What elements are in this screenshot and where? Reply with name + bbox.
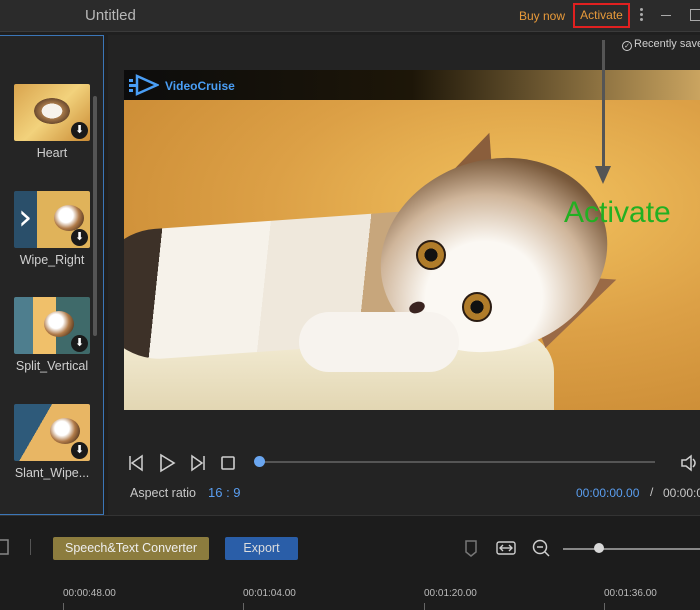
export-button[interactable]: Export xyxy=(225,537,298,560)
annotation-arrow xyxy=(602,40,605,168)
fit-timeline-icon[interactable] xyxy=(496,538,516,558)
play-icon[interactable] xyxy=(157,453,177,473)
videocruise-logo-icon xyxy=(129,74,159,96)
transitions-panel: ⬇ Heart ⬇ Wipe_Right ⬇ Split_Vertical ⬇ … xyxy=(0,35,104,515)
ruler-tick-label: 00:01:36.00 xyxy=(604,588,657,599)
transition-label: Slant_Wipe... xyxy=(14,466,90,480)
transition-label: Split_Vertical xyxy=(15,359,89,373)
ruler-tick-label: 00:00:48.00 xyxy=(63,588,116,599)
ruler-tick-label: 00:01:20.00 xyxy=(424,588,477,599)
ruler-tick-label: 00:01:04.00 xyxy=(243,588,296,599)
transition-thumbnail: ⬇ xyxy=(14,297,90,354)
aspect-ratio-value[interactable]: 16 : 9 xyxy=(208,485,241,500)
activate-button[interactable]: Activate xyxy=(573,3,630,28)
current-time: 00:00:00.00 xyxy=(576,486,640,500)
video-preview[interactable]: VideoCruise xyxy=(124,70,700,410)
transition-thumbnail: ⬇ xyxy=(14,191,90,248)
total-time: 00:00:0 xyxy=(663,486,700,500)
cat-paw xyxy=(299,312,459,372)
maximize-icon[interactable] xyxy=(690,9,700,21)
zoom-slider[interactable] xyxy=(563,548,700,550)
check-icon: ✓ xyxy=(622,41,632,51)
transition-label: Heart xyxy=(36,146,68,160)
minimize-icon[interactable] xyxy=(661,15,671,16)
annotation-text: Activate xyxy=(564,196,671,229)
marker-icon[interactable] xyxy=(461,538,481,558)
zoom-out-icon[interactable] xyxy=(531,538,551,558)
cat-eye xyxy=(462,292,492,322)
ruler-tick xyxy=(243,603,244,610)
seek-handle[interactable] xyxy=(254,456,265,467)
transition-tile-split-vertical[interactable]: ⬇ Split_Vertical xyxy=(0,297,103,397)
volume-icon[interactable] xyxy=(679,453,699,473)
download-icon[interactable]: ⬇ xyxy=(71,229,88,246)
speech-text-converter-button[interactable]: Speech&Text Converter xyxy=(53,537,209,560)
download-icon[interactable]: ⬇ xyxy=(71,335,88,352)
toolbar-divider xyxy=(30,539,31,555)
next-frame-icon[interactable] xyxy=(187,453,207,473)
transition-thumbnail: ⬇ xyxy=(14,404,90,461)
transition-label: Wipe_Right xyxy=(19,253,85,267)
seek-bar[interactable] xyxy=(260,461,655,463)
download-icon[interactable]: ⬇ xyxy=(71,442,88,459)
window-title: Untitled xyxy=(85,7,136,24)
ruler-tick xyxy=(424,603,425,610)
transition-tile-slant-wipe[interactable]: ⬇ Slant_Wipe... xyxy=(0,404,103,504)
split-icon[interactable] xyxy=(0,537,14,557)
previous-frame-icon[interactable] xyxy=(127,453,147,473)
save-status: ✓ Recently save xyxy=(622,38,700,51)
transition-tile-wipe-right[interactable]: ⬇ Wipe_Right xyxy=(0,191,103,291)
aspect-ratio-label: Aspect ratio xyxy=(130,486,197,500)
cat-eye xyxy=(416,240,446,270)
ruler-tick xyxy=(63,603,64,610)
annotation-arrowhead xyxy=(595,166,611,184)
title-bar: Untitled Buy now Activate xyxy=(0,0,700,32)
watermark-text: VideoCruise xyxy=(165,79,235,93)
transition-thumbnail: ⬇ xyxy=(14,84,90,141)
download-icon[interactable]: ⬇ xyxy=(71,122,88,139)
time-separator: / xyxy=(650,485,654,499)
more-options-icon[interactable] xyxy=(638,7,644,25)
stop-icon[interactable] xyxy=(218,453,238,473)
ruler-tick xyxy=(604,603,605,610)
transition-tile-heart[interactable]: ⬇ Heart xyxy=(0,84,103,184)
buy-now-link[interactable]: Buy now xyxy=(519,9,565,23)
